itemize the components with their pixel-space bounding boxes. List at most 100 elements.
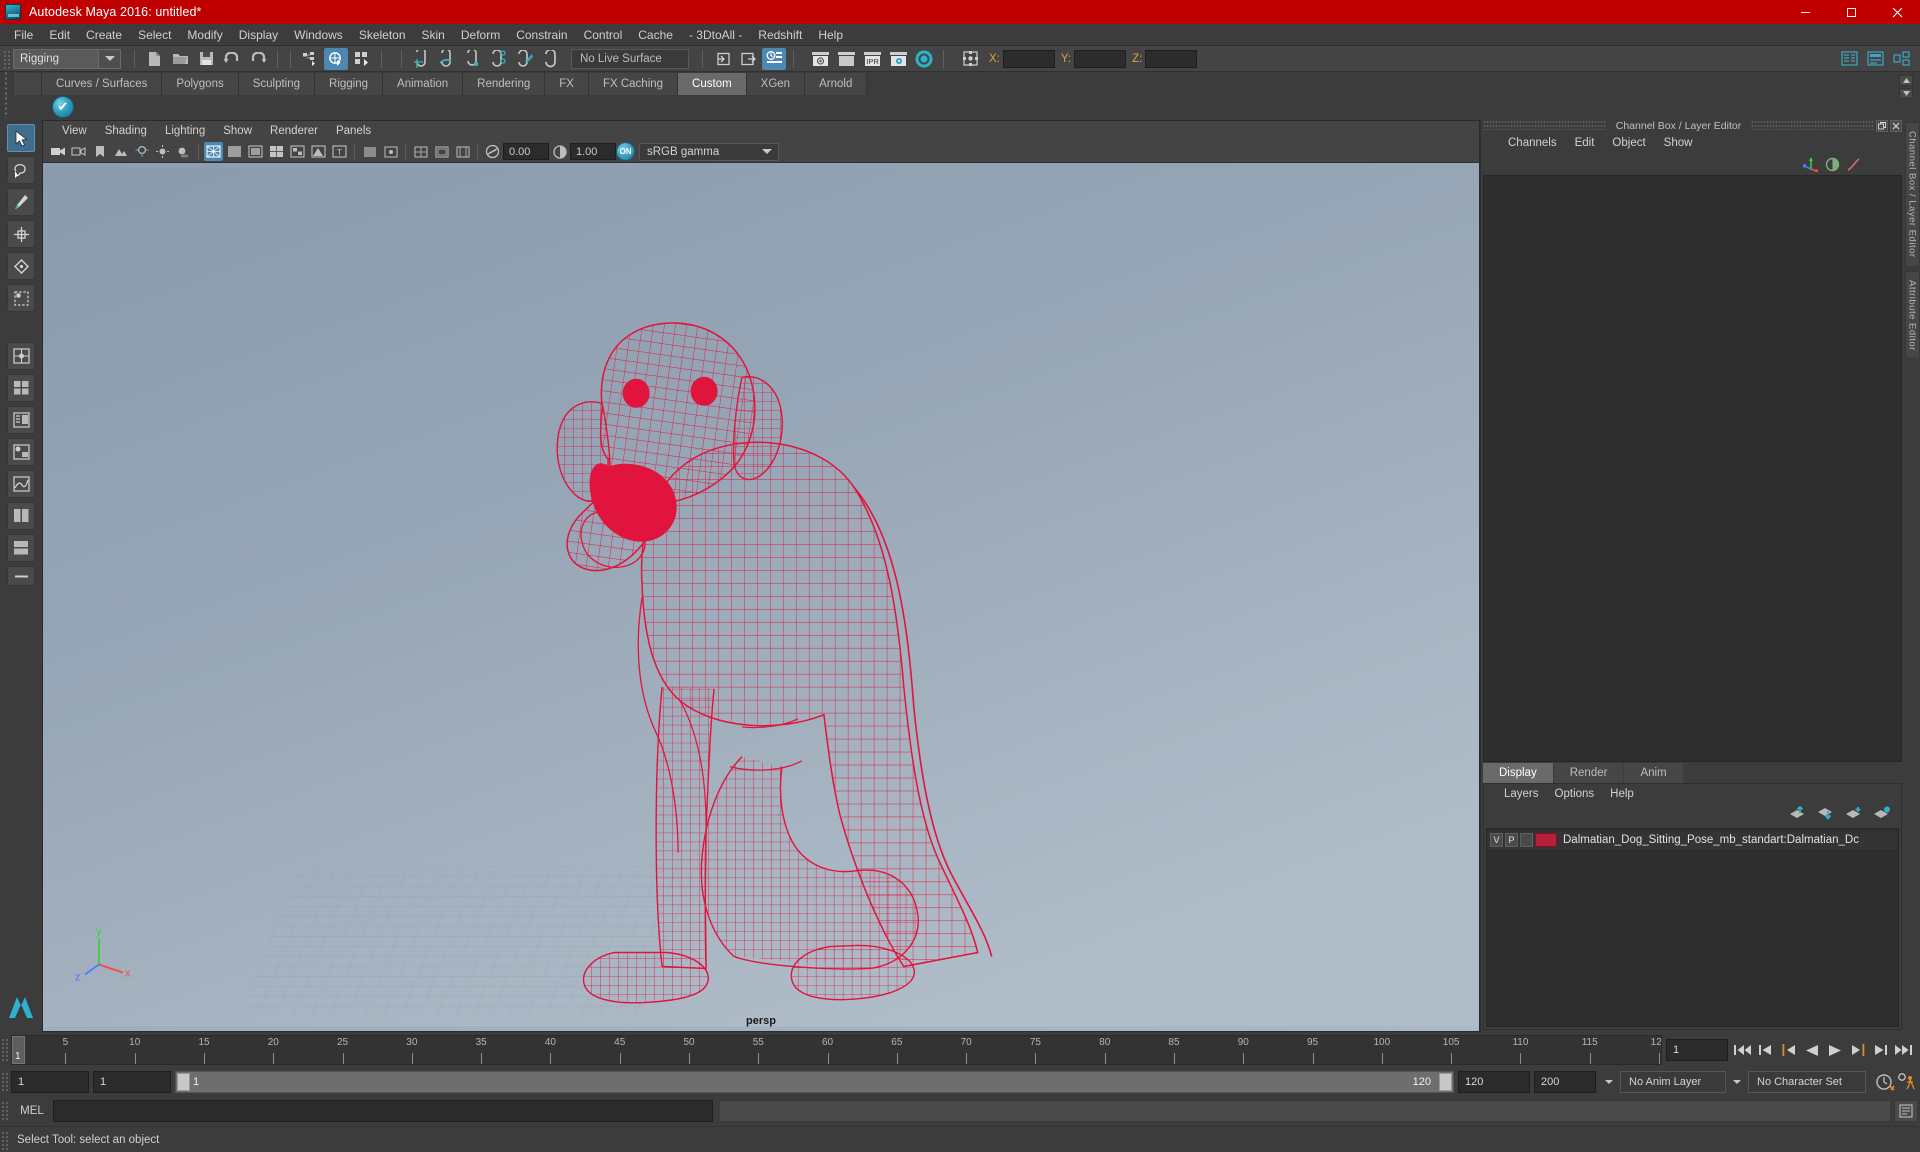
menu-redshift[interactable]: Redshift xyxy=(750,25,810,45)
menu-control[interactable]: Control xyxy=(576,25,631,45)
smooth-shade-selected-icon[interactable] xyxy=(246,142,265,161)
render-sequence-icon[interactable] xyxy=(834,48,858,70)
layer-visibility-toggle[interactable]: V xyxy=(1490,833,1503,847)
move-tool[interactable] xyxy=(7,220,35,248)
make-live-icon[interactable] xyxy=(539,48,563,70)
anim-layer-chevron-icon[interactable] xyxy=(1728,1080,1746,1084)
shelf-tab-arnold[interactable]: Arnold xyxy=(805,73,868,95)
snap-to-grid-icon[interactable] xyxy=(409,48,433,70)
select-by-component-icon[interactable] xyxy=(350,48,374,70)
viewport-menu-shading[interactable]: Shading xyxy=(96,124,156,138)
layer-menu-layers[interactable]: Layers xyxy=(1496,787,1547,801)
select-by-object-icon[interactable] xyxy=(324,47,348,70)
menu-create[interactable]: Create xyxy=(78,25,130,45)
custom-check-shelf-icon[interactable] xyxy=(52,95,74,118)
lasso-select-tool[interactable] xyxy=(7,156,35,184)
render-current-frame-icon[interactable] xyxy=(808,48,832,70)
viewport-menu-lighting[interactable]: Lighting xyxy=(156,124,214,138)
shelf-scroll-up-icon[interactable] xyxy=(1899,75,1913,86)
hypershade-icon[interactable] xyxy=(912,48,936,70)
menu-skeleton[interactable]: Skeleton xyxy=(351,25,414,45)
shelf-tab-fx[interactable]: FX xyxy=(545,73,589,95)
snap-to-projected-center-icon[interactable] xyxy=(487,48,511,70)
layer-list-item[interactable]: V P Dalmatian_Dog_Sitting_Pose_mb_standa… xyxy=(1487,831,1898,849)
two-pane-side-layout-icon[interactable] xyxy=(7,502,35,530)
go-to-start-icon[interactable] xyxy=(1732,1039,1753,1061)
step-back-keyframe-icon[interactable] xyxy=(1755,1039,1776,1061)
panel-drag-handle[interactable] xyxy=(1483,121,1606,130)
shelf-tab-rendering[interactable]: Rendering xyxy=(463,73,546,95)
shelf-tab-xgen[interactable]: XGen xyxy=(746,73,806,95)
layer-playback-toggle[interactable]: P xyxy=(1505,833,1518,847)
close-button[interactable] xyxy=(1874,0,1920,24)
select-tool[interactable] xyxy=(7,124,35,152)
ipr-render-icon[interactable]: IPR xyxy=(860,48,884,70)
camera-attributes-icon[interactable] xyxy=(69,142,88,161)
layer-state-toggle[interactable] xyxy=(1520,833,1533,847)
paint-select-tool[interactable] xyxy=(7,188,35,216)
menu-file[interactable]: File xyxy=(6,25,41,45)
shelf-tab-sculpting[interactable]: Sculpting xyxy=(238,73,316,95)
menu-3dtoall[interactable]: - 3DtoAll - xyxy=(681,25,750,45)
menu-constrain[interactable]: Constrain xyxy=(508,25,575,45)
color-profile-selector[interactable]: sRGB gamma xyxy=(639,142,779,161)
snap-to-point-icon[interactable] xyxy=(461,48,485,70)
viewport-grid-icon[interactable] xyxy=(411,142,430,161)
live-surface-field[interactable]: No Live Surface xyxy=(571,48,689,69)
new-layer-icon[interactable] xyxy=(1845,806,1863,825)
viewport-menu-renderer[interactable]: Renderer xyxy=(261,124,327,138)
anim-end-time-field[interactable]: 200 xyxy=(1534,1071,1596,1093)
side-tab-channel-box[interactable]: Channel Box / Layer Editor xyxy=(1904,122,1920,267)
xray-joints-icon[interactable] xyxy=(360,142,379,161)
menu-deform[interactable]: Deform xyxy=(453,25,508,45)
range-start-time-field[interactable]: 1 xyxy=(93,1071,171,1093)
construction-history-icon[interactable] xyxy=(762,47,786,70)
exposure-icon[interactable] xyxy=(483,142,502,161)
node-editor-icon[interactable] xyxy=(1889,48,1913,70)
layer-list[interactable]: V P Dalmatian_Dog_Sitting_Pose_mb_standa… xyxy=(1486,828,1899,1027)
time-slider[interactable]: 1 5 10 15 20 25 30 35 40 45 50 55 60 65 70 75 80 85 90 95 1… xyxy=(11,1035,1662,1065)
snap-to-curve-icon[interactable] xyxy=(435,48,459,70)
attribute-editor-icon[interactable] xyxy=(1863,48,1887,70)
viewport-menu-view[interactable]: View xyxy=(53,124,96,138)
viewport-resolution-gate-icon[interactable] xyxy=(453,142,472,161)
range-end-time-field[interactable]: 120 xyxy=(1458,1071,1530,1093)
script-editor-icon[interactable] xyxy=(1894,1100,1918,1122)
range-end-handle[interactable] xyxy=(1439,1073,1452,1091)
help-line-drag-handle[interactable] xyxy=(0,1129,9,1150)
render-settings-icon[interactable] xyxy=(886,48,910,70)
channel-box-attribute-list[interactable] xyxy=(1483,175,1902,762)
shelf-tab-curves-surfaces[interactable]: Curves / Surfaces xyxy=(42,73,163,95)
viewport-3d-canvas[interactable]: y x z persp xyxy=(43,163,1479,1031)
shelf-tab-rigging[interactable]: Rigging xyxy=(315,73,384,95)
attribute-editor-icon[interactable] xyxy=(1823,155,1842,174)
range-slider-bar[interactable]: 1 120 xyxy=(175,1071,1454,1093)
outliner-persp-layout-icon[interactable] xyxy=(7,406,35,434)
use-default-material-icon[interactable] xyxy=(309,142,328,161)
xray-active-components-icon[interactable] xyxy=(381,142,400,161)
menu-windows[interactable]: Windows xyxy=(286,25,351,45)
two-pane-stacked-layout-icon[interactable] xyxy=(7,534,35,562)
play-forwards-icon[interactable] xyxy=(1824,1039,1845,1061)
light-icon[interactable] xyxy=(153,142,172,161)
close-icon[interactable] xyxy=(1890,119,1902,132)
step-back-frame-icon[interactable] xyxy=(1778,1039,1799,1061)
coord-x-field[interactable] xyxy=(1002,49,1055,68)
character-set-selector[interactable]: No Character Set xyxy=(1748,1071,1866,1093)
anim-start-time-field[interactable]: 1 xyxy=(11,1071,89,1093)
channel-box-menu-edit[interactable]: Edit xyxy=(1566,136,1604,150)
wireframe-on-shaded-icon[interactable] xyxy=(267,142,286,161)
command-input-field[interactable] xyxy=(53,1100,713,1122)
texture-display-icon[interactable] xyxy=(288,142,307,161)
range-slider-drag-handle[interactable] xyxy=(0,1071,9,1093)
auto-keyframe-toggle-icon[interactable] xyxy=(1874,1071,1895,1093)
new-layer-from-selected-icon[interactable] xyxy=(1873,806,1891,825)
current-time-indicator[interactable]: 1 xyxy=(12,1036,25,1064)
layer-color-swatch[interactable] xyxy=(1535,833,1557,847)
hypershade-persp-layout-icon[interactable] xyxy=(7,438,35,466)
viewport-menu-show[interactable]: Show xyxy=(214,124,261,138)
coord-z-field[interactable] xyxy=(1145,49,1198,68)
output-connections-icon[interactable] xyxy=(736,48,760,70)
time-slider-drag-handle[interactable] xyxy=(0,1037,9,1063)
xray-display-icon[interactable]: T xyxy=(330,142,349,161)
